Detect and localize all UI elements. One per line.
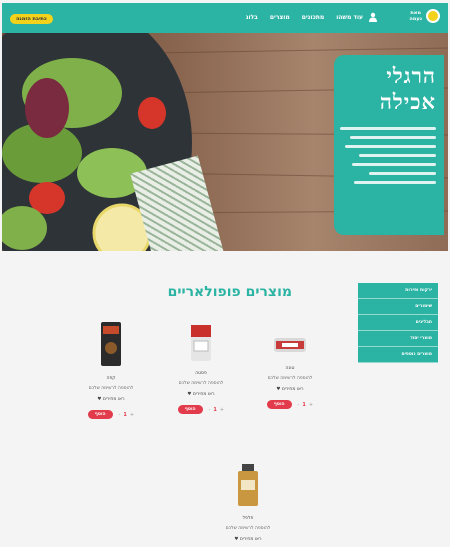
cta-button[interactable]: כתיבת הזמנה <box>10 14 53 24</box>
product-image-coffee[interactable] <box>97 320 125 368</box>
product-name: פסטה <box>195 371 207 376</box>
product-name: קפה <box>106 376 116 381</box>
quantity-stepper[interactable]: -1 + <box>119 412 135 418</box>
nav-item-products[interactable]: מוצרים <box>270 14 290 21</box>
nav-item-blog[interactable]: בלוג <box>246 14 258 21</box>
add-button[interactable]: הוסף <box>266 400 292 409</box>
product-name: פלפל <box>242 516 254 521</box>
section-title: מוצרים פופולאריים <box>167 284 292 300</box>
product-price[interactable]: ראו מחירים ♥ <box>246 387 334 392</box>
hero-text-panel: הרגלי אכילה <box>334 55 444 235</box>
product-price[interactable]: ראו מחירים ♥ <box>204 537 292 542</box>
category-item[interactable]: מוצרים נוספים <box>358 347 438 363</box>
page: מאת נעמה עוד משהו מתכונים מוצרים בלוג כת… <box>0 0 450 547</box>
product-price[interactable]: ראו מחירים ♥ <box>157 392 245 397</box>
product-image-pepper[interactable] <box>234 462 262 508</box>
product-desc: להוספה לרשימה שלכם <box>88 386 134 391</box>
product-desc: להוספה לרשימה שלכם <box>267 376 313 381</box>
product-card: טונה להוספה לרשימה שלכם ראו מחירים ♥ הוס… <box>246 328 334 409</box>
main-nav: עוד משהו מתכונים מוצרים בלוג <box>246 14 363 21</box>
add-button[interactable]: הוסף <box>177 405 203 414</box>
brand-logo[interactable]: מאת נעמה <box>409 9 440 23</box>
product-name: טונה <box>285 366 295 371</box>
product-card: קפה להוספה לרשימה שלכם ראו מחירים ♥ הוסף… <box>67 320 155 419</box>
product-image-pasta[interactable] <box>187 323 215 363</box>
category-sidebar: ירקות ופירות שימורים תבלינים מוצרי יסוד … <box>358 283 438 363</box>
nav-item-more[interactable]: עוד משהו <box>336 14 363 21</box>
add-button[interactable]: הוסף <box>87 410 113 419</box>
nav-item-recipes[interactable]: מתכונים <box>302 14 325 21</box>
category-item[interactable]: ירקות ופירות <box>358 283 438 299</box>
hero-body-text <box>340 127 436 184</box>
quantity-stepper[interactable]: -1 + <box>298 402 314 408</box>
logo-emblem-icon <box>426 9 440 23</box>
category-item[interactable]: מוצרי יסוד <box>358 331 438 347</box>
user-icon[interactable] <box>368 12 378 22</box>
logo-text: מאת נעמה <box>409 10 422 22</box>
top-navbar: מאת נעמה עוד משהו מתכונים מוצרים בלוג כת… <box>2 3 448 33</box>
product-desc: להוספה לרשימה שלכם <box>178 381 224 386</box>
hero-banner: הרגלי אכילה <box>2 33 448 251</box>
product-image-tuna[interactable] <box>272 328 308 358</box>
quantity-stepper[interactable]: -1 + <box>209 407 225 413</box>
category-item[interactable]: שימורים <box>358 299 438 315</box>
product-price[interactable]: ראו מחירים ♥ <box>67 397 155 402</box>
product-card: פסטה להוספה לרשימה שלכם ראו מחירים ♥ הוס… <box>157 323 245 414</box>
category-item[interactable]: תבלינים <box>358 315 438 331</box>
product-desc: להוספה לרשימה שלכם <box>225 526 271 531</box>
product-card: פלפל להוספה לרשימה שלכם ראו מחירים ♥ <box>204 462 292 542</box>
hero-title: הרגלי אכילה <box>379 63 436 114</box>
